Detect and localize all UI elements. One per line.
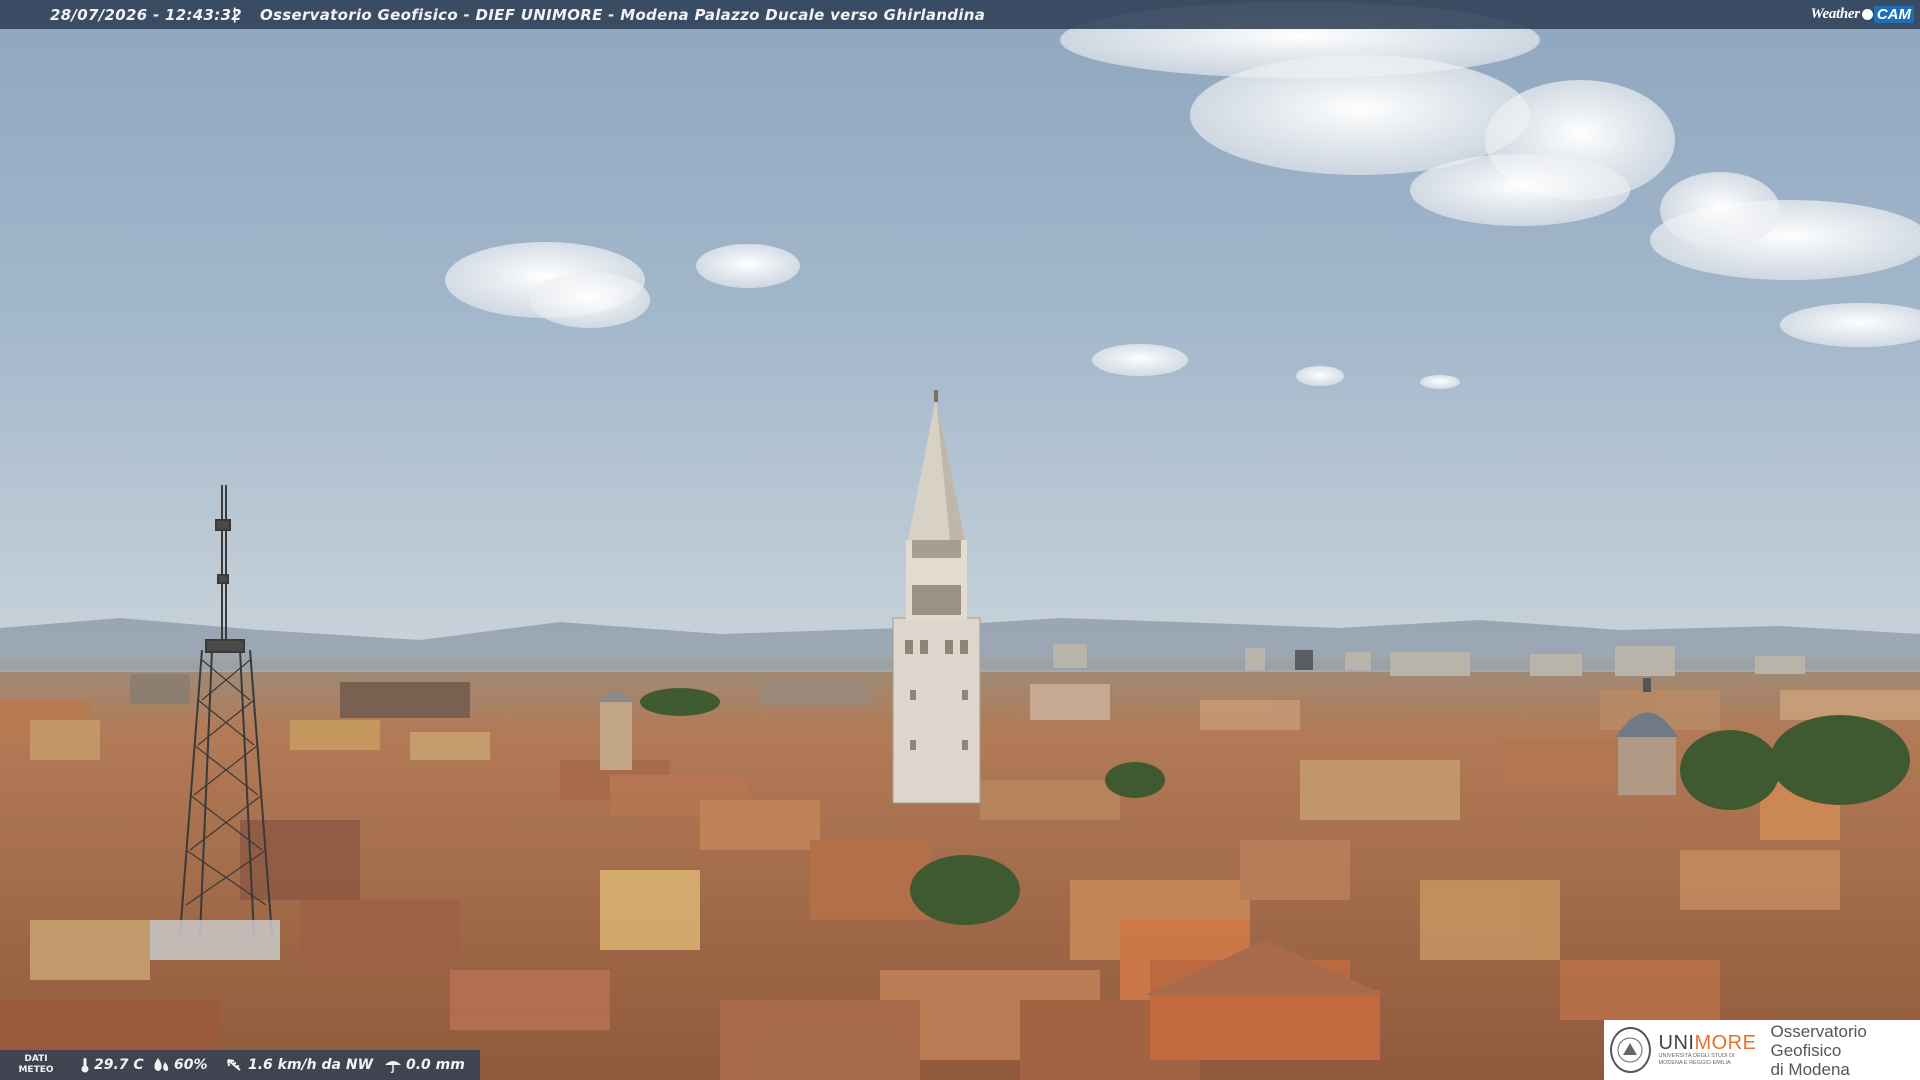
weather-data-label-line2: METEO — [18, 1065, 54, 1075]
weather-data-label-line1: DATI — [24, 1054, 48, 1064]
weather-data-bar: DATI METEO 29.7 C 60% 1.6 km/h da NW 0.0… — [0, 1050, 480, 1080]
rain-icon — [385, 1061, 401, 1073]
university-line2: MODENA E REGGIO EMILIA — [1658, 1060, 1731, 1066]
wind-reading: 1.6 km/h da NW — [226, 1057, 373, 1073]
humidity-reading: 60% — [152, 1057, 208, 1073]
mast-base — [150, 920, 280, 960]
unimore-more: MORE — [1694, 1032, 1757, 1054]
humidity-value: 60% — [174, 1057, 208, 1073]
university-line1: UNIVERSITÀ DEGLI STUDI DI — [1658, 1053, 1735, 1059]
timestamp: 28/07/2026 - 12:43:32 — [50, 6, 243, 24]
weather-data-label: DATI METEO — [18, 1054, 54, 1076]
observatory-line1: Osservatorio Geofisico — [1770, 1021, 1867, 1060]
weathercam-logo-weather: Weather — [1810, 6, 1861, 22]
observatory-line2: di Modena — [1770, 1059, 1850, 1079]
camera-info-bar: 28/07/2026 - 12:43:32 | Osservatorio Geo… — [0, 0, 1920, 29]
thermometer-icon — [81, 1058, 89, 1073]
humidity-drop-icon — [154, 1058, 169, 1071]
unimore-seal-icon — [1610, 1027, 1651, 1073]
temperature-value: 29.7 C — [94, 1057, 144, 1073]
temperature-reading: 29.7 C — [80, 1057, 144, 1073]
wind-icon — [227, 1059, 241, 1071]
title-separator: | — [232, 5, 238, 23]
rain-value: 0.0 mm — [406, 1057, 465, 1073]
weathercam-logo-cam: CAM — [1873, 6, 1914, 23]
weathercam-logo: Weather CAM — [1811, 4, 1914, 25]
wind-value: 1.6 km/h da NW — [248, 1057, 374, 1073]
rain-reading: 0.0 mm — [384, 1057, 465, 1073]
small-bell-tower — [598, 691, 634, 770]
unimore-uni: UNI — [1658, 1032, 1695, 1054]
weathercam-logo-dot-icon — [1861, 9, 1873, 20]
unimore-observatory-logo: UNIMORE UNIVERSITÀ DEGLI STUDI DI MODENA… — [1604, 1020, 1920, 1080]
camera-title: Osservatorio Geofisico - DIEF UNIMORE - … — [260, 6, 986, 24]
unimore-wordmark: UNIMORE UNIVERSITÀ DEGLI STUDI DI MODENA… — [1659, 1033, 1757, 1067]
observatory-name: Osservatorio Geofisico di Modena — [1770, 1022, 1920, 1079]
webcam-scene — [0, 0, 1920, 1080]
